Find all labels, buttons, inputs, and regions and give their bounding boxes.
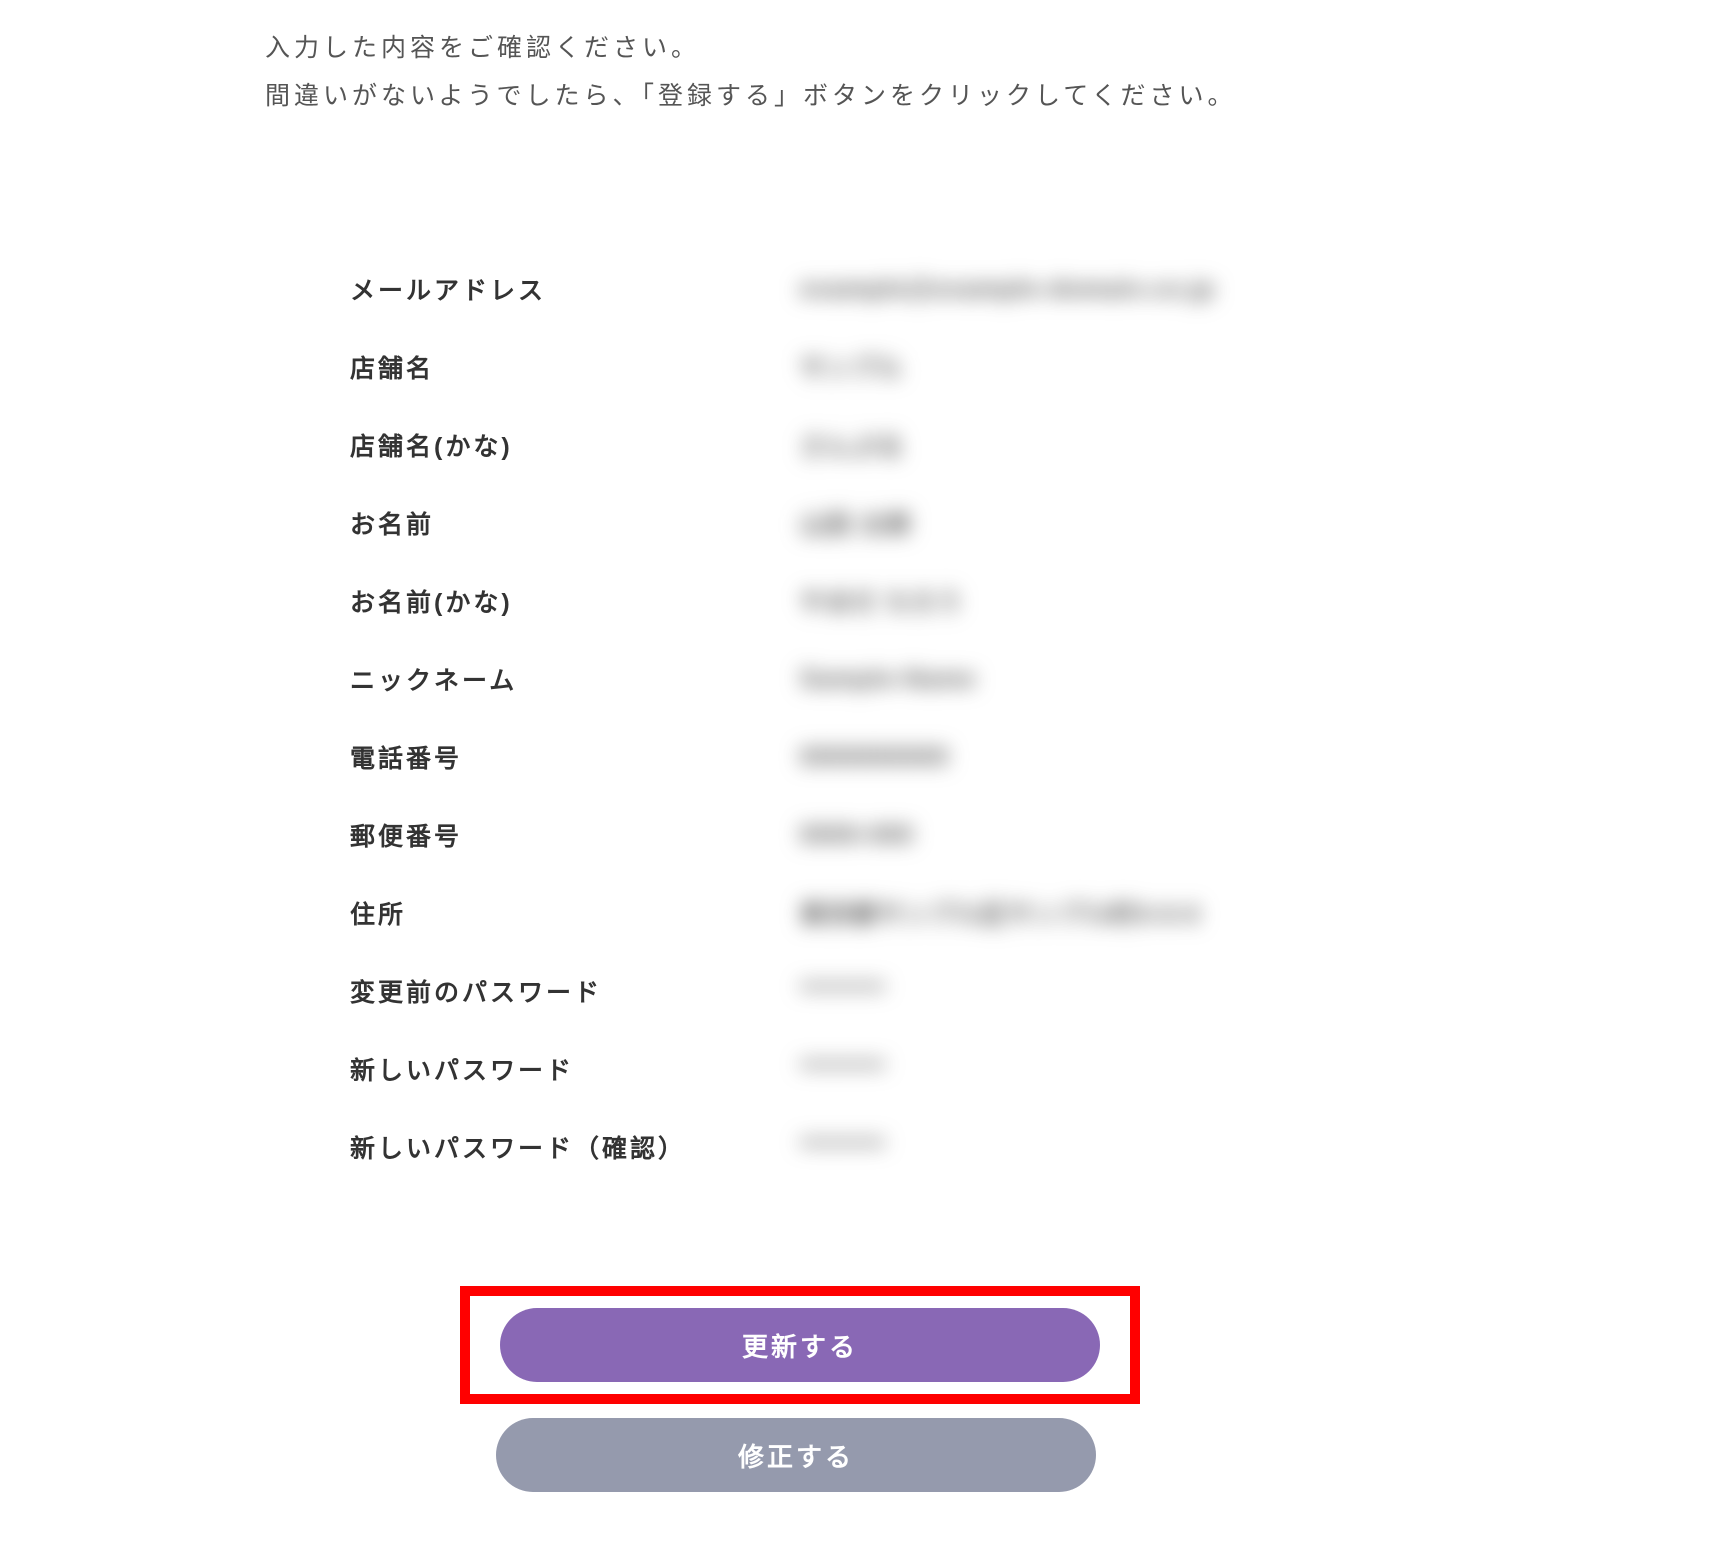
row-name-kana: お名前(かな) やまだ たろう — [350, 562, 1350, 640]
label-name-kana: お名前(かな) — [350, 583, 800, 619]
update-button[interactable]: 更新する — [500, 1308, 1100, 1382]
modify-button[interactable]: 修正する — [496, 1418, 1096, 1492]
row-nickname: ニックネーム Sample-Name — [350, 640, 1350, 718]
value-pw-new2: ******** — [800, 1133, 886, 1162]
intro-line-1: 入力した内容をご確認ください。 — [265, 25, 1733, 73]
row-shop: 店舗名 サンプル — [350, 328, 1350, 406]
row-pw-new2: 新しいパスワード（確認） ******** — [350, 1108, 1350, 1186]
value-tel: 0000000000 — [800, 743, 949, 772]
row-pw-new: 新しいパスワード ******** — [350, 1030, 1350, 1108]
row-pw-old: 変更前のパスワード ******** — [350, 952, 1350, 1030]
form-summary: メールアドレス example@example-domain.co.jp 店舗名… — [350, 250, 1350, 1186]
label-email: メールアドレス — [350, 271, 800, 307]
value-zip: 0000-000 — [800, 821, 914, 850]
row-tel: 電話番号 0000000000 — [350, 718, 1350, 796]
intro-line-2: 間違いがないようでしたら、「登録する」ボタンをクリックしてください。 — [265, 73, 1733, 121]
value-name-kana: やまだ たろう — [800, 583, 962, 619]
value-pw-new: ******** — [800, 1055, 886, 1084]
label-pw-old: 変更前のパスワード — [350, 973, 800, 1009]
value-address: 東京都サンプル区サンプル町0-0-0 — [800, 895, 1200, 931]
value-email: example@example-domain.co.jp — [800, 275, 1215, 304]
label-pw-new: 新しいパスワード — [350, 1051, 800, 1087]
value-name: 山田 太郎 — [800, 505, 912, 541]
value-shop-kana: さんぷる — [800, 427, 904, 463]
value-pw-old: ******** — [800, 977, 886, 1006]
value-nickname: Sample-Name — [800, 665, 976, 694]
button-area: 更新する 修正する — [460, 1286, 1140, 1492]
confirmation-page: 入力した内容をご確認ください。 間違いがないようでしたら、「登録する」ボタンをク… — [0, 0, 1733, 1492]
value-shop: サンプル — [800, 349, 903, 385]
intro-text: 入力した内容をご確認ください。 間違いがないようでしたら、「登録する」ボタンをク… — [265, 25, 1733, 120]
label-address: 住所 — [350, 895, 800, 931]
row-shop-kana: 店舗名(かな) さんぷる — [350, 406, 1350, 484]
label-tel: 電話番号 — [350, 739, 800, 775]
label-nickname: ニックネーム — [350, 661, 800, 697]
label-zip: 郵便番号 — [350, 817, 800, 853]
row-email: メールアドレス example@example-domain.co.jp — [350, 250, 1350, 328]
label-shop-kana: 店舗名(かな) — [350, 427, 800, 463]
row-name: お名前 山田 太郎 — [350, 484, 1350, 562]
label-pw-new2: 新しいパスワード（確認） — [350, 1129, 800, 1165]
label-name: お名前 — [350, 505, 800, 541]
highlight-box: 更新する — [460, 1286, 1140, 1404]
row-address: 住所 東京都サンプル区サンプル町0-0-0 — [350, 874, 1350, 952]
row-zip: 郵便番号 0000-000 — [350, 796, 1350, 874]
label-shop: 店舗名 — [350, 349, 800, 385]
